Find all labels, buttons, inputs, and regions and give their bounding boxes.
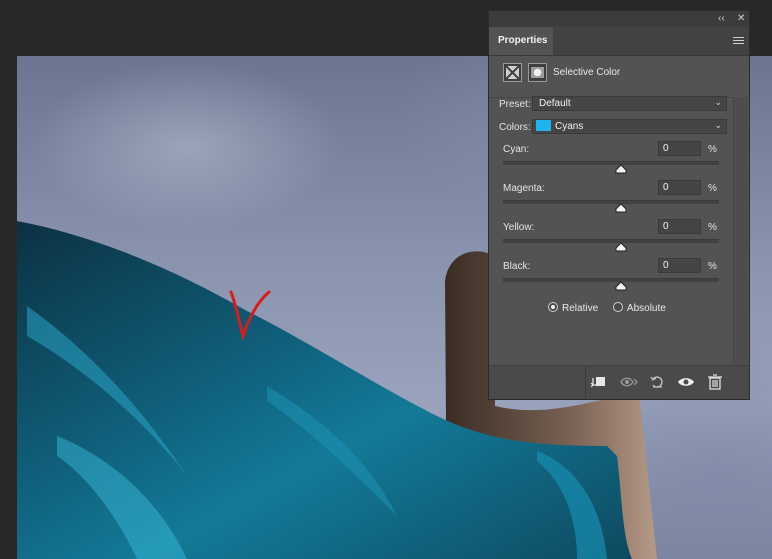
preset-label: Preset: bbox=[499, 99, 531, 110]
yellow-field[interactable]: 0 bbox=[658, 219, 701, 234]
yellow-unit: % bbox=[708, 222, 717, 233]
colors-dropdown[interactable]: Cyans ⌄ bbox=[532, 119, 727, 134]
black-track[interactable] bbox=[503, 278, 719, 291]
view-previous-state-icon[interactable] bbox=[619, 372, 639, 392]
properties-panel: ‹‹ ✕ Properties Selective Color Preset: … bbox=[488, 10, 750, 400]
radio-absolute-indicator[interactable] bbox=[612, 302, 623, 313]
trash-icon[interactable] bbox=[705, 372, 725, 392]
reset-icon[interactable] bbox=[648, 372, 668, 392]
cyan-field[interactable]: 0 bbox=[658, 141, 701, 156]
black-unit: % bbox=[708, 261, 717, 272]
black-field[interactable]: 0 bbox=[658, 258, 701, 273]
radio-absolute-label: Absolute bbox=[626, 303, 666, 314]
radio-relative-indicator[interactable] bbox=[548, 302, 558, 313]
adjustment-title: Selective Color bbox=[553, 67, 621, 78]
colors-value: Cyans bbox=[555, 121, 584, 132]
chevron-down-icon: ⌄ bbox=[714, 120, 722, 130]
chevron-down-icon: ⌄ bbox=[714, 97, 722, 107]
close-panel-icon[interactable]: ✕ bbox=[737, 13, 745, 25]
adjustment-header: Selective Color bbox=[489, 57, 749, 98]
collapse-panel-icon[interactable]: ‹‹ bbox=[718, 13, 725, 25]
magenta-field[interactable]: 0 bbox=[658, 180, 701, 195]
panel-title-bar: ‹‹ ✕ bbox=[489, 11, 749, 27]
radio-relative-label: Relative bbox=[562, 303, 599, 314]
selective-color-adjustment-icon[interactable] bbox=[503, 63, 522, 82]
toolbar-divider bbox=[585, 366, 586, 399]
cyan-unit: % bbox=[708, 144, 717, 155]
panel-scrollbar[interactable] bbox=[733, 97, 748, 367]
radio-relative[interactable]: Relative bbox=[548, 302, 599, 314]
panel-menu-icon[interactable] bbox=[733, 37, 744, 46]
yellow-label: Yellow: bbox=[503, 222, 535, 233]
radio-absolute[interactable]: Absolute bbox=[612, 302, 666, 314]
layer-mask-icon[interactable] bbox=[528, 63, 547, 82]
panel-tab-row: Properties bbox=[489, 27, 749, 56]
tab-properties[interactable]: Properties bbox=[489, 27, 553, 55]
black-label: Black: bbox=[503, 261, 531, 272]
cyan-track[interactable] bbox=[503, 161, 719, 174]
method-radio-group: Relative Absolute bbox=[548, 302, 678, 314]
colors-label: Colors: bbox=[499, 122, 531, 133]
clip-to-layer-icon[interactable] bbox=[588, 372, 608, 392]
cyan-swatch bbox=[536, 119, 551, 131]
cyan-label: Cyan: bbox=[503, 144, 530, 155]
magenta-label: Magenta: bbox=[503, 183, 545, 194]
panel-bottom-toolbar bbox=[489, 365, 749, 399]
magenta-unit: % bbox=[708, 183, 717, 194]
visibility-eye-icon[interactable] bbox=[676, 372, 696, 392]
preset-dropdown[interactable]: Default ⌄ bbox=[532, 96, 727, 111]
preset-value: Default bbox=[539, 98, 571, 109]
magenta-track[interactable] bbox=[503, 200, 719, 213]
yellow-track[interactable] bbox=[503, 239, 719, 252]
